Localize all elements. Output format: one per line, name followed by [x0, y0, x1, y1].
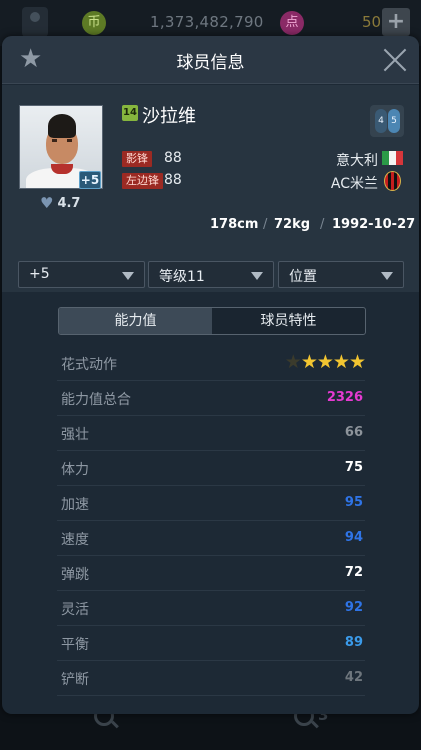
separator: /	[320, 217, 325, 232]
rating-value: 4.7	[57, 195, 81, 211]
position-rating: 88	[164, 150, 182, 166]
stat-row: 弹跳 72	[57, 556, 365, 591]
weak-foot-icon: 4 5	[370, 105, 404, 137]
stat-label: 弹跳	[61, 567, 89, 583]
season-badge: 14	[122, 105, 138, 121]
chevron-down-icon	[251, 272, 263, 280]
separator: /	[263, 217, 268, 232]
upgrade-level-badge: +5	[79, 171, 101, 189]
stat-row: 能力值总合 2326	[57, 381, 365, 416]
stat-row: 强壮 66	[57, 416, 365, 451]
player-birthdate: 1992-10-27	[332, 217, 416, 232]
left-foot-rating: 4	[375, 109, 387, 133]
star-rating: ★★★★★	[284, 351, 366, 373]
dialog-header: ★ 球员信息	[2, 36, 419, 84]
heart-icon: ♥	[40, 194, 54, 212]
stat-value: 92	[344, 600, 363, 615]
stat-value: 94	[344, 530, 363, 545]
manager-avatar[interactable]	[22, 7, 48, 37]
tab-abilities[interactable]: 能力值	[59, 308, 212, 334]
club-logo-icon	[384, 171, 401, 191]
stat-label: 平衡	[61, 637, 89, 653]
right-foot-rating: 5	[388, 109, 400, 133]
stat-label: 加速	[61, 497, 89, 513]
nationality: 意大利	[336, 153, 378, 169]
stat-row: 灵活 92	[57, 591, 365, 626]
stats-list: 花式动作 ★★★★★ 能力值总合 2326 强壮 66 体力 75 加速 95 速度 94 弹跳 72 灵活…	[57, 346, 366, 696]
stat-row: 铲断 42	[57, 661, 365, 696]
stat-value: 72	[344, 565, 363, 580]
position-select[interactable]: 位置	[278, 261, 404, 288]
upgrade-select[interactable]: +5	[18, 261, 145, 288]
coin-balance: 1,373,482,790	[150, 13, 264, 31]
chevron-down-icon	[122, 272, 134, 280]
stat-value: 75	[344, 460, 363, 475]
stat-row: 速度 94	[57, 521, 365, 556]
position-tag: 左边锋	[122, 173, 163, 189]
position-rating: 88	[164, 172, 182, 188]
stat-label: 花式动作	[61, 357, 117, 373]
position-tag: 影锋	[122, 151, 152, 167]
italy-flag-icon	[382, 151, 403, 165]
player-info-dialog: ★ 球员信息 +5 ♥ 4.7 14 沙拉维 影锋 88 左边锋 88 4 5 …	[2, 36, 419, 714]
player-name: 沙拉维	[142, 106, 196, 127]
position-select-value: 位置	[289, 269, 317, 285]
star-icon: ★	[284, 351, 302, 373]
stat-value: 42	[344, 670, 363, 685]
stat-row: 加速 95	[57, 486, 365, 521]
stat-row: 平衡 89	[57, 626, 365, 661]
club-name: AC米兰	[330, 176, 378, 192]
player-weight: 72kg	[274, 217, 311, 232]
stat-value: 95	[344, 495, 363, 510]
chevron-down-icon	[381, 272, 393, 280]
points-balance: 50	[362, 13, 382, 31]
star-icon: ★	[348, 351, 366, 373]
stat-label: 灵活	[61, 602, 89, 618]
stat-value: 2326	[326, 390, 363, 405]
tab-traits[interactable]: 球员特性	[212, 308, 365, 334]
close-icon[interactable]	[383, 48, 407, 72]
dialog-title: 球员信息	[176, 53, 245, 73]
star-icon: ★	[316, 351, 334, 373]
points-icon: 点	[280, 11, 304, 35]
stat-label: 强壮	[61, 427, 89, 443]
level-select-value: 等级11	[159, 269, 205, 285]
stat-row: 花式动作 ★★★★★	[57, 346, 366, 381]
stat-value: 66	[344, 425, 363, 440]
stat-value: 89	[344, 635, 363, 650]
star-icon: ★	[332, 351, 350, 373]
upgrade-select-value: +5	[29, 266, 50, 282]
stats-tabs: 能力值 球员特性	[58, 307, 366, 335]
stat-label: 速度	[61, 532, 89, 548]
stat-label: 能力值总合	[61, 392, 131, 408]
player-height: 178cm	[210, 217, 259, 232]
add-points-button[interactable]: +	[382, 8, 410, 36]
level-select[interactable]: 等级11	[148, 261, 274, 288]
stat-label: 体力	[61, 462, 89, 478]
star-icon: ★	[300, 351, 318, 373]
player-rating: ♥ 4.7	[40, 195, 80, 211]
stat-label: 铲断	[61, 672, 89, 688]
coin-icon: 币	[82, 11, 106, 35]
stat-row: 体力 75	[57, 451, 365, 486]
